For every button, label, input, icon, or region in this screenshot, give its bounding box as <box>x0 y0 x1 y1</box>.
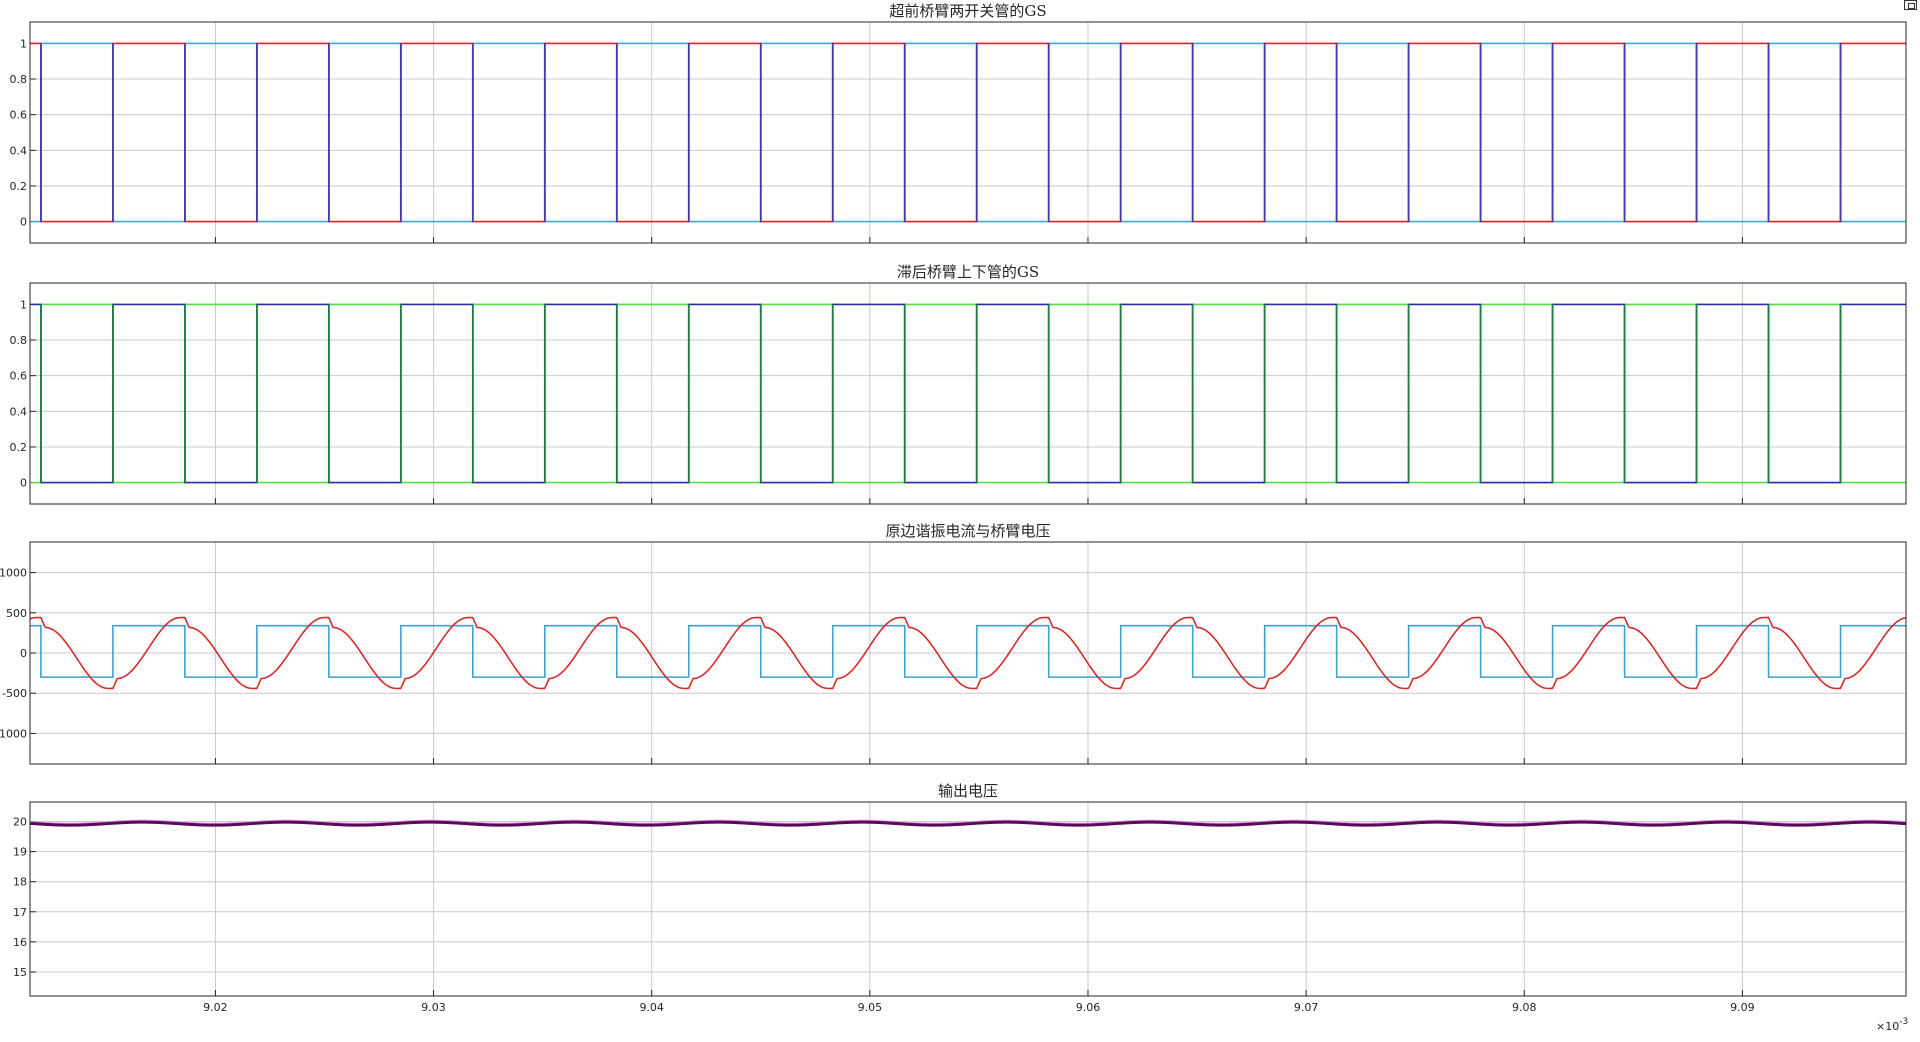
x-tick-label: 9.05 <box>858 1001 883 1014</box>
y-tick-label: 0.6 <box>10 109 28 122</box>
y-tick-label: 1 <box>20 37 27 50</box>
y-tick-label: 0 <box>20 477 27 490</box>
scope-panel-2: 滞后桥臂上下管的GS 0 0.2 0.4 0.6 0.8 1 <box>10 263 1907 505</box>
plot-area <box>30 802 1906 996</box>
y-tick-label: 15 <box>13 966 27 979</box>
y-tick-label: 20 <box>13 816 27 829</box>
y-tick-label: -1000 <box>0 727 27 740</box>
y-tick-label: 1000 <box>0 567 27 580</box>
x-exponent-base: ×10 <box>1876 1020 1899 1033</box>
expand-axes-icon[interactable] <box>1904 0 1917 10</box>
x-tick-label: 9.08 <box>1512 1001 1537 1014</box>
y-tick-label: 0.4 <box>10 144 28 157</box>
y-tick-label: 0.8 <box>10 73 28 86</box>
x-tick-label: 9.02 <box>203 1001 228 1014</box>
y-tick-label: 1 <box>20 298 27 311</box>
y-tick-label: 0 <box>20 216 27 229</box>
y-tick-label: 0.2 <box>10 441 28 454</box>
panel-title: 滞后桥臂上下管的GS <box>897 263 1039 281</box>
y-tick-label: 0.4 <box>10 405 28 418</box>
x-tick-label: 9.04 <box>639 1001 664 1014</box>
scope-figure: 超前桥臂两开关管的GS 0 0.2 0.4 0.6 0.8 1 滞后桥臂上下管的GS 0 0.2 0… <box>0 2 1908 1033</box>
y-tick-label: 0.8 <box>10 334 28 347</box>
x-exponent-label: ×10-3 <box>1876 1017 1908 1033</box>
x-exponent-power: -3 <box>1899 1017 1908 1027</box>
y-tick-label: 0.6 <box>10 370 28 383</box>
y-tick-label: 0 <box>20 647 27 660</box>
x-tick-label: 9.07 <box>1294 1001 1319 1014</box>
y-tick-label: 19 <box>13 846 27 859</box>
x-tick-label: 9.09 <box>1730 1001 1755 1014</box>
panel-title: 超前桥臂两开关管的GS <box>889 2 1046 20</box>
y-tick-label: 18 <box>13 876 27 889</box>
scope-panel-3: 原边谐振电流与桥臂电压 -1000 -500 0 500 1000 <box>0 522 1907 765</box>
panel-title: 原边谐振电流与桥臂电压 <box>885 522 1050 540</box>
x-tick-label: 9.03 <box>421 1001 446 1014</box>
y-tick-label: -500 <box>2 687 27 700</box>
y-tick-label: 0.2 <box>10 180 28 193</box>
x-tick-label: 9.06 <box>1076 1001 1101 1014</box>
scope-panel-1: 超前桥臂两开关管的GS 0 0.2 0.4 0.6 0.8 1 <box>10 2 1907 244</box>
y-tick-label: 500 <box>6 607 27 620</box>
y-tick-label: 16 <box>13 936 27 949</box>
scope-panel-4: 输出电压 15 16 17 18 19 20 9.02 9.03 9.04 9.05 9.06 9.07… <box>13 782 1908 1033</box>
panel-title: 输出电压 <box>938 782 998 800</box>
y-tick-label: 17 <box>13 906 27 919</box>
